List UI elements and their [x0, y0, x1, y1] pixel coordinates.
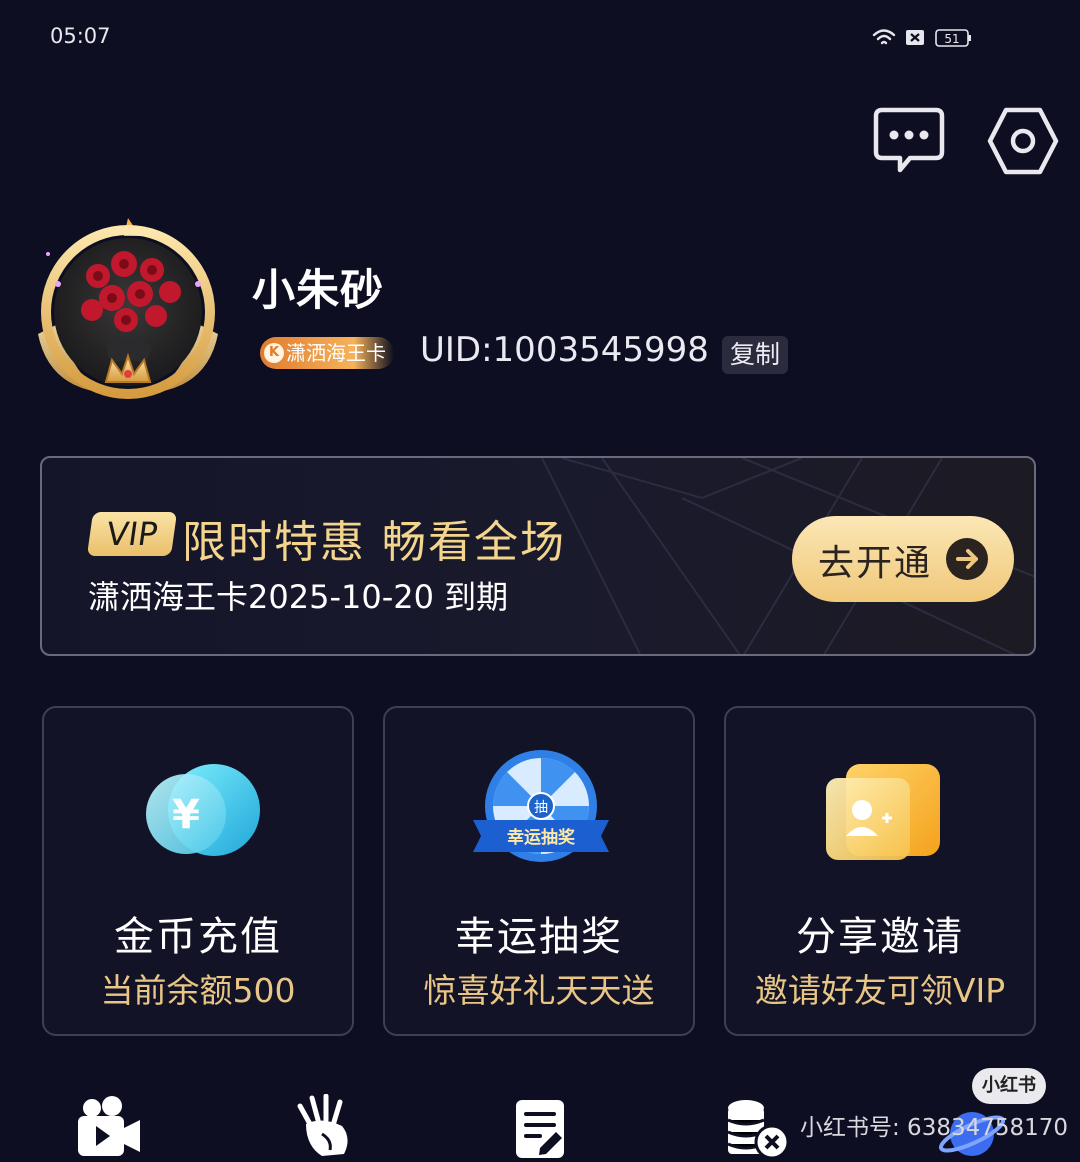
wheel-center-label: 抽 — [534, 800, 548, 816]
wheel-ribbon-label: 幸运抽奖 — [507, 827, 576, 848]
battery-icon: 51 — [935, 29, 971, 47]
wifi-icon — [872, 29, 896, 45]
uid-text: UID:1003545998 — [420, 330, 709, 370]
vip-tag: VIP — [86, 512, 178, 556]
feature-title: 幸运抽奖 — [455, 914, 623, 960]
feature-subtitle: 当前余额500 — [100, 971, 296, 1010]
notes-icon[interactable] — [506, 1094, 576, 1158]
vip-open-button[interactable]: 去开通 — [792, 516, 1014, 602]
feature-subtitle: 邀请好友可领VIP — [754, 971, 1006, 1010]
lucky-wheel-icon: 抽 幸运抽奖 — [471, 748, 611, 878]
svg-text:¥: ¥ — [172, 792, 200, 838]
sim-off-icon — [906, 30, 924, 45]
copy-uid-button[interactable]: 复制 — [722, 336, 789, 374]
coins-icon[interactable] — [722, 1094, 792, 1160]
vip-open-label: 去开通 — [818, 543, 933, 584]
message-icon — [873, 107, 945, 173]
feature-subtitle: 惊喜好礼天天送 — [423, 971, 655, 1010]
avatar[interactable] — [28, 214, 228, 414]
watermark-text: 小红书号: 63834758170 — [800, 1115, 1069, 1141]
status-time: 05:07 — [50, 24, 111, 48]
feature-title: 分享邀请 — [796, 914, 964, 960]
invite-icon — [812, 748, 952, 878]
hand-icon[interactable] — [292, 1093, 362, 1158]
avatar-frame-icon — [38, 218, 218, 399]
feature-card-recharge[interactable]: ¥ 金币充值 当前余额500 — [42, 706, 354, 1036]
battery-level: 51 — [944, 32, 959, 46]
settings-button[interactable] — [984, 104, 1062, 178]
watermark-logo: 小红书 — [972, 1068, 1046, 1104]
arrow-right-icon — [946, 538, 988, 580]
username: 小朱砂 — [252, 266, 384, 316]
membership-badge-label: 潇洒海王卡 — [286, 341, 386, 365]
settings-icon — [987, 107, 1059, 175]
vip-expire-text: 潇洒海王卡2025-10-20 到期 — [88, 578, 509, 616]
message-button[interactable] — [870, 104, 948, 176]
feature-card-invite[interactable]: 分享邀请 邀请好友可领VIP — [724, 706, 1036, 1036]
feature-title: 金币充值 — [114, 914, 282, 960]
membership-k-icon: K — [264, 343, 284, 363]
vip-banner[interactable]: VIP 限时特惠 畅看全场 潇洒海王卡2025-10-20 到期 去开通 — [40, 456, 1036, 656]
vip-title: 限时特惠 畅看全场 — [182, 517, 566, 568]
feature-card-lottery[interactable]: 抽 幸运抽奖 幸运抽奖 惊喜好礼天天送 — [383, 706, 695, 1036]
coin-icon: ¥ — [130, 748, 270, 878]
membership-badge: K 潇洒海王卡 — [260, 337, 394, 369]
video-icon[interactable] — [74, 1094, 144, 1158]
status-icons: 51 — [872, 29, 971, 47]
